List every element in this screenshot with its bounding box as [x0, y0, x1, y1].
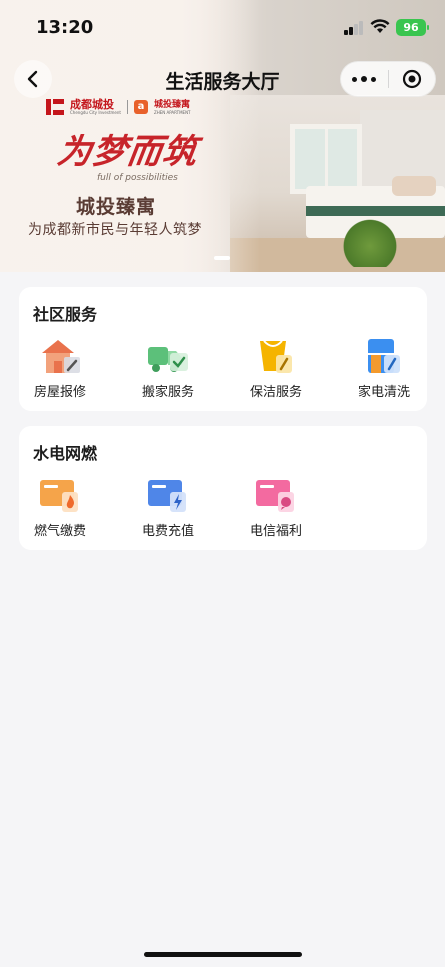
service-label: 家电清洗 [357, 385, 410, 400]
home-indicator[interactable] [144, 952, 302, 957]
more-options-icon[interactable] [341, 76, 388, 82]
brand2-subtitle: ZHEN APARTMENT [153, 109, 191, 115]
banner-slogan: 为梦而筑 [54, 132, 201, 172]
bed-pillow [392, 176, 436, 196]
telecom-chat-icon [254, 476, 298, 514]
service-label: 电费充值 [141, 524, 194, 539]
section-title: 水电网燃 [33, 444, 98, 463]
carousel-indicator[interactable] [214, 256, 230, 260]
status-time: 13:20 [36, 17, 94, 38]
service-label: 保洁服务 [249, 385, 302, 400]
banner-slogan-en: full of possibilities [97, 173, 178, 183]
banner-headline: 城投臻寓 [76, 196, 157, 218]
target-circle-icon [402, 69, 421, 89]
service-moving[interactable]: 搬家服务 [128, 337, 208, 400]
electricity-bolt-icon [146, 476, 190, 514]
brand-divider [126, 100, 128, 114]
service-appliance-cleaning[interactable]: 家电清洗 [344, 337, 424, 400]
community-services-card: 社区服务 房屋报修 搬家服务 保洁服务 家电清洗 [19, 287, 427, 411]
navigation-bar: 生活服务大厅 [0, 58, 445, 102]
brand-subtitle: Chengdu City Investment [70, 110, 121, 115]
status-bar: 13:20 96 [0, 0, 445, 56]
gas-flame-icon [38, 476, 82, 514]
cleaning-bucket-icon [254, 337, 298, 375]
service-telecom-benefits[interactable]: 电信福利 [236, 476, 316, 539]
battery-icon: 96 [396, 19, 429, 36]
service-label: 电信福利 [249, 524, 302, 539]
zhen-apartment-logo-icon: a [133, 100, 148, 114]
service-label: 房屋报修 [33, 385, 86, 400]
service-cleaning[interactable]: 保洁服务 [236, 337, 316, 400]
miniprogram-capsule [340, 61, 436, 97]
service-gas-payment[interactable]: 燃气缴费 [20, 476, 100, 539]
utilities-card: 水电网燃 燃气缴费 电费充值 电信福利 [19, 426, 427, 550]
appliance-cleaning-icon [362, 337, 406, 375]
section-title: 社区服务 [33, 305, 98, 324]
house-repair-icon [38, 337, 82, 375]
room-floor [230, 238, 445, 272]
service-label: 燃气缴费 [33, 524, 86, 539]
room-window [290, 124, 362, 194]
banner-subline: 为成都新市民与年轻人筑梦 [28, 222, 202, 238]
service-electricity-topup[interactable]: 电费充值 [128, 476, 208, 539]
battery-level: 96 [403, 21, 419, 34]
service-house-repair[interactable]: 房屋报修 [20, 337, 100, 400]
moving-truck-icon [146, 337, 190, 375]
service-label: 搬家服务 [141, 385, 194, 400]
close-miniprogram-button[interactable] [388, 69, 435, 89]
plant-decoration [340, 215, 400, 267]
cellular-signal-icon [344, 21, 364, 35]
wifi-icon [370, 19, 390, 33]
